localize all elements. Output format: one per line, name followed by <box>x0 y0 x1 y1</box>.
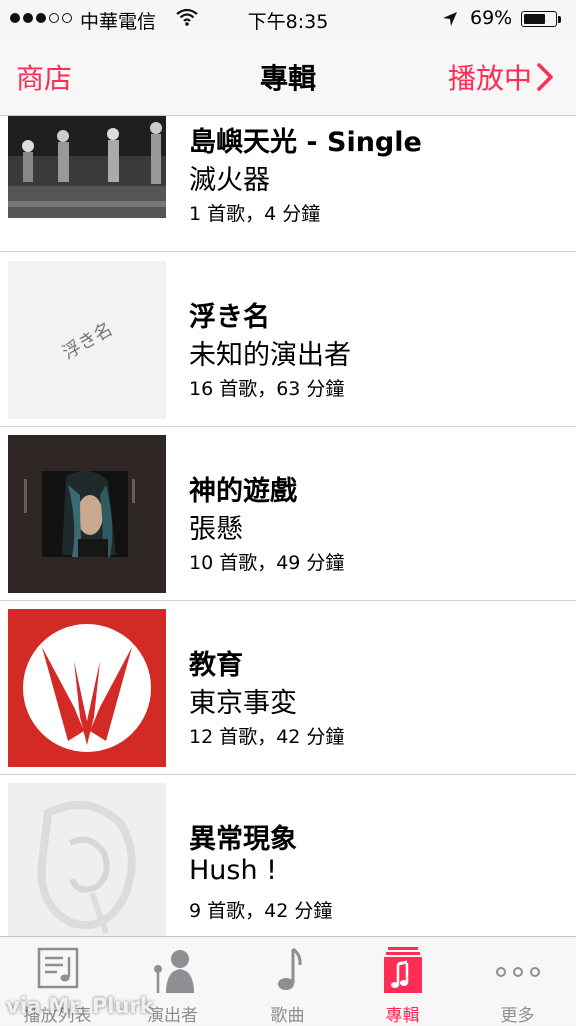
album-artist: Hush ! <box>189 855 278 886</box>
album-art-live-photo <box>8 116 166 244</box>
album-artist: 東京事変 <box>189 688 297 719</box>
tab-songs[interactable]: 歌曲 <box>230 937 345 1026</box>
tab-albums[interactable]: 專輯 <box>345 937 460 1026</box>
tab-label: 歌曲 <box>270 1006 305 1026</box>
more-dots-icon <box>495 963 541 982</box>
album-row[interactable]: 神的遊戲 張懸 10 首歌，49 分鐘 <box>0 427 576 601</box>
album-art-crane-logo <box>8 609 166 767</box>
album-row[interactable]: 異常現象 Hush ! 9 首歌，42 分鐘 <box>0 775 576 936</box>
album-title: 浮き名 <box>189 302 270 333</box>
tab-label: 更多 <box>500 1006 535 1026</box>
album-meta: 10 首歌，49 分鐘 <box>189 552 345 574</box>
now-playing-label: 播放中 <box>447 62 532 95</box>
album-title: 教育 <box>189 650 243 681</box>
album-meta: 12 首歌，42 分鐘 <box>189 726 345 748</box>
tab-more[interactable]: 更多 <box>460 937 575 1026</box>
album-title: 島嶼天光 - Single <box>189 127 422 158</box>
album-artist: 滅火器 <box>189 165 270 196</box>
album-row[interactable]: 島嶼天光 - Single 滅火器 1 首歌，4 分鐘 <box>0 116 576 252</box>
album-title: 神的遊戲 <box>189 476 297 507</box>
now-playing-button[interactable]: 播放中 <box>448 57 554 97</box>
music-note-icon <box>273 947 303 997</box>
album-art-portrait <box>8 435 166 593</box>
album-art-embossed <box>8 783 166 936</box>
watermark: via Mr. Plurk <box>6 994 154 1018</box>
artist-mic-icon <box>150 947 196 997</box>
battery-icon <box>521 11 557 27</box>
tab-label: 專輯 <box>385 1006 420 1026</box>
album-title: 異常現象 <box>189 824 297 855</box>
battery-percent: 69% <box>470 7 513 29</box>
album-artist: 未知的演出者 <box>189 340 351 371</box>
chevron-right-icon <box>537 63 553 91</box>
navigation-bar: 商店 專輯 播放中 <box>0 40 576 116</box>
album-row[interactable]: 浮き名 浮き名 未知的演出者 16 首歌，63 分鐘 <box>0 253 576 427</box>
album-art-placeholder: 浮き名 <box>8 261 166 419</box>
album-meta: 16 首歌，63 分鐘 <box>189 378 345 400</box>
album-list[interactable]: 島嶼天光 - Single 滅火器 1 首歌，4 分鐘 浮き名 浮き名 未知的演… <box>0 116 576 936</box>
status-bar: 中華電信 下午8:35 69% <box>0 0 576 40</box>
album-row[interactable]: 教育 東京事変 12 首歌，42 分鐘 <box>0 601 576 775</box>
album-stack-icon <box>383 947 422 997</box>
album-meta: 1 首歌，4 分鐘 <box>189 203 321 225</box>
location-arrow-icon <box>442 10 458 32</box>
album-meta: 9 首歌，42 分鐘 <box>189 900 333 922</box>
playlist-icon <box>37 947 79 993</box>
album-artist: 張懸 <box>189 514 243 545</box>
